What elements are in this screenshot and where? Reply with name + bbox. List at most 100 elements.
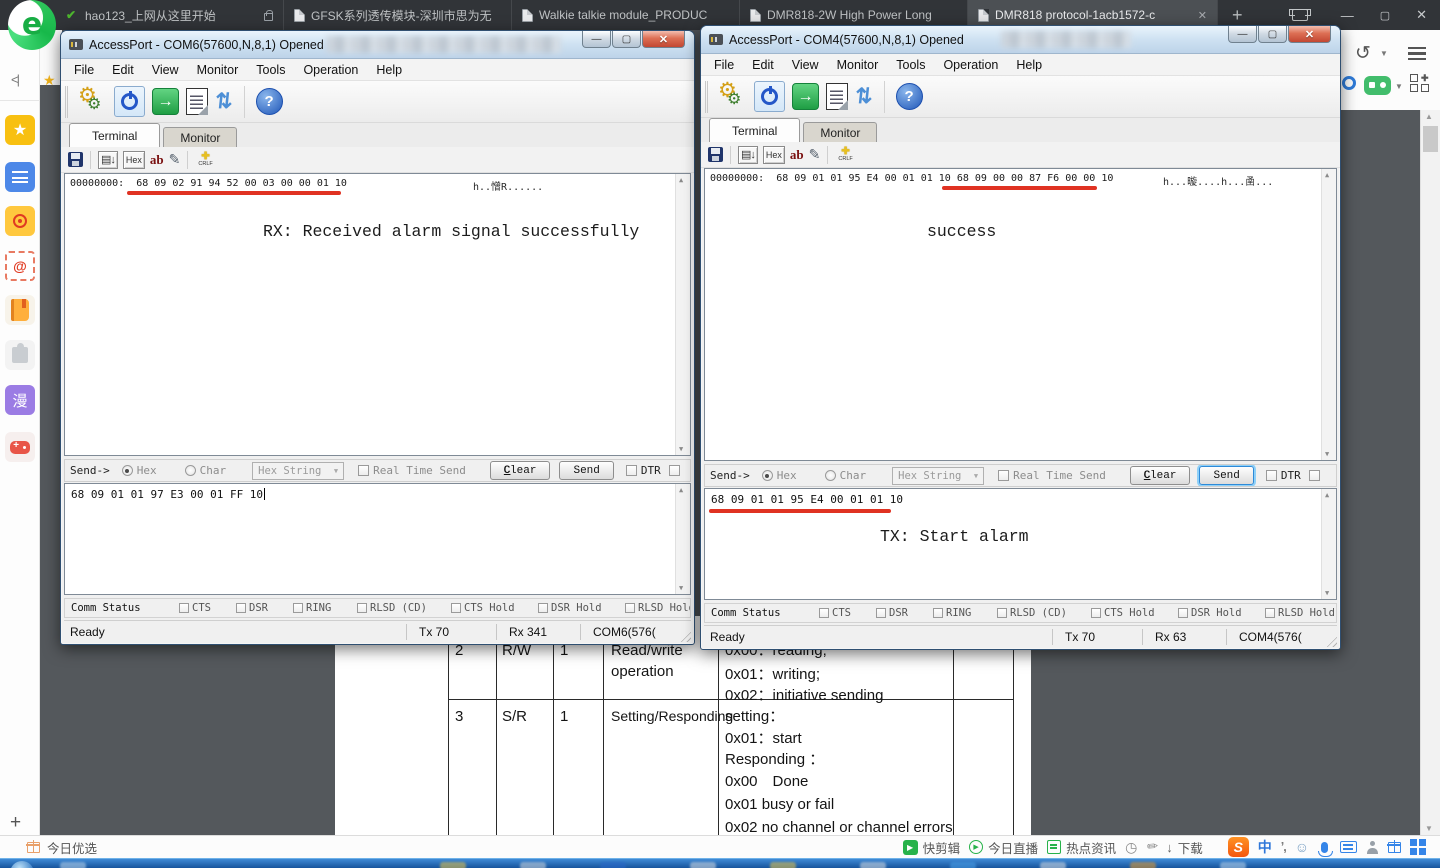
menu-help[interactable]: Help <box>1007 58 1051 72</box>
hex-view-icon[interactable]: ▤↓ <box>738 146 758 164</box>
menu-monitor[interactable]: Monitor <box>828 58 888 72</box>
save-icon[interactable] <box>68 152 83 167</box>
char-radio[interactable]: Char <box>185 464 227 477</box>
char-mode-button[interactable]: ab <box>790 147 804 163</box>
notes-icon[interactable]: ✎ <box>809 146 821 163</box>
browser-logo[interactable]: e <box>8 0 56 50</box>
sogou-ime-icon[interactable]: S <box>1228 837 1249 857</box>
swap-arrows-icon[interactable]: ⇅ <box>854 84 874 109</box>
help-icon[interactable]: ? <box>256 88 283 115</box>
start-orb-icon[interactable] <box>10 861 34 868</box>
title-bar[interactable]: AccessPort - COM6(57600,N,8,1) Opened — … <box>61 31 694 59</box>
resize-grip[interactable] <box>678 629 691 642</box>
gift-icon-blue[interactable] <box>1388 842 1401 853</box>
receive-terminal[interactable]: 00000000: 68 09 02 91 94 52 00 03 00 00 … <box>64 173 691 456</box>
menu-file[interactable]: File <box>65 63 103 77</box>
rts-checkbox[interactable] <box>669 465 680 476</box>
save-icon[interactable] <box>708 147 723 162</box>
taskbar-item[interactable] <box>440 862 466 868</box>
hex-view-icon[interactable]: ▤↓ <box>98 151 118 169</box>
apps-grid-icon[interactable]: ✚ <box>1410 74 1430 92</box>
sidebar-newsfeed-icon[interactable] <box>5 162 35 192</box>
games-icon[interactable] <box>1364 76 1391 95</box>
char-mode-button[interactable]: ab <box>150 152 164 168</box>
taskbar-item[interactable] <box>60 862 86 868</box>
help-icon[interactable]: ? <box>896 83 923 110</box>
menu-operation[interactable]: Operation <box>294 63 367 77</box>
featured-link[interactable]: 今日优选 <box>0 838 97 857</box>
sidebar-games-icon[interactable] <box>5 432 35 462</box>
hex-radio[interactable]: Hex <box>122 464 157 477</box>
autosend-icon[interactable]: → <box>152 88 179 115</box>
close-tab-icon[interactable]: ✕ <box>1192 9 1207 22</box>
taskbar-item[interactable] <box>860 862 886 868</box>
taskbar-item[interactable] <box>690 862 716 868</box>
send-scrollbar[interactable] <box>675 484 690 594</box>
log-file-icon[interactable] <box>826 83 848 110</box>
send-input[interactable]: 68 09 01 01 95 E4 00 01 01 10 TX: Start … <box>704 488 1337 600</box>
menu-view[interactable]: View <box>143 63 188 77</box>
keyboard-icon[interactable] <box>1340 841 1357 853</box>
menu-tools[interactable]: Tools <box>887 58 934 72</box>
menu-edit[interactable]: Edit <box>103 63 143 77</box>
receive-terminal[interactable]: 00000000: 68 09 01 01 95 E4 00 01 01 10 … <box>704 168 1337 461</box>
maximize-button[interactable]: ▢ <box>612 31 641 48</box>
crlf-icon[interactable]: ✚CRLF <box>838 147 852 163</box>
hot-news-tool[interactable]: 热点资讯 <box>1047 838 1116 857</box>
tab-hao123[interactable]: ✔ hao123_上网从这里开始 <box>56 0 284 30</box>
windows-taskbar[interactable] <box>0 858 1440 868</box>
theme-skin-icon[interactable] <box>1292 9 1308 21</box>
microphone-icon[interactable] <box>1321 842 1328 853</box>
char-radio[interactable]: Char <box>825 469 867 482</box>
chevron-down-icon[interactable]: ▼ <box>1380 49 1388 58</box>
menu-edit[interactable]: Edit <box>743 58 783 72</box>
send-scrollbar[interactable] <box>1321 489 1336 599</box>
scroll-down-icon[interactable]: ▼ <box>1425 824 1433 833</box>
collapse-sidebar-icon[interactable]: <| <box>11 72 18 87</box>
tab-monitor[interactable]: Monitor <box>803 122 877 142</box>
taskbar-item[interactable] <box>520 862 546 868</box>
close-button[interactable]: ✕ <box>1288 26 1331 43</box>
ime-punctuation-toggle[interactable]: ’, <box>1281 840 1286 854</box>
tab-monitor[interactable]: Monitor <box>163 127 237 147</box>
sidebar-weibo-icon[interactable] <box>5 206 35 236</box>
sidebar-add-button[interactable]: + <box>10 812 21 834</box>
maximize-button[interactable]: ▢ <box>1258 26 1287 43</box>
port-power-button[interactable] <box>754 81 785 112</box>
hex-mode-button[interactable]: Hex <box>123 151 145 169</box>
minimize-button[interactable]: — <box>1228 26 1257 43</box>
network-icon[interactable] <box>1342 76 1356 90</box>
hex-radio[interactable]: Hex <box>762 469 797 482</box>
minimize-button[interactable]: — <box>582 31 611 48</box>
swap-arrows-icon[interactable]: ⇅ <box>214 89 234 114</box>
scrollbar-thumb[interactable] <box>1423 126 1438 152</box>
close-button[interactable]: ✕ <box>642 31 685 48</box>
resize-grip[interactable] <box>1324 634 1337 647</box>
send-button[interactable]: Send <box>559 461 613 480</box>
port-power-button[interactable] <box>114 86 145 117</box>
emoji-icon[interactable]: ☺ <box>1295 839 1309 855</box>
ime-chinese-toggle[interactable]: 中 <box>1258 837 1272 857</box>
notes-icon[interactable]: ✎ <box>169 151 181 168</box>
menu-operation[interactable]: Operation <box>934 58 1007 72</box>
browser-maximize-button[interactable]: ▢ <box>1367 0 1403 30</box>
sidebar-mail-icon[interactable]: @ <box>5 251 35 281</box>
ime-menu-grid-icon[interactable] <box>1410 839 1426 855</box>
tab-terminal[interactable]: Terminal <box>69 123 160 147</box>
dtr-checkbox[interactable]: DTR <box>1266 469 1301 482</box>
tab-gfsk-module[interactable]: GFSK系列透传模块-深圳市思为无 <box>284 0 512 30</box>
taskbar-item[interactable] <box>770 862 796 868</box>
crlf-icon[interactable]: ✚CRLF <box>198 152 212 168</box>
pin-icon[interactable]: ✐ <box>1142 837 1161 856</box>
tab-terminal[interactable]: Terminal <box>709 118 800 142</box>
download-tool[interactable]: ↓下载 <box>1166 838 1203 857</box>
hex-mode-button[interactable]: Hex <box>763 146 785 164</box>
log-file-icon[interactable] <box>186 88 208 115</box>
send-mode-select[interactable]: Hex String▼ <box>892 467 984 485</box>
realtime-checkbox[interactable]: Real Time Send <box>358 464 466 477</box>
sidebar-comics-icon[interactable]: 漫 <box>5 385 35 415</box>
favorite-star-icon[interactable]: ★ <box>43 72 56 89</box>
taskbar-item[interactable] <box>1130 862 1156 868</box>
send-input[interactable]: 68 09 01 01 97 E3 00 01 FF 10 <box>64 483 691 595</box>
menu-monitor[interactable]: Monitor <box>188 63 248 77</box>
